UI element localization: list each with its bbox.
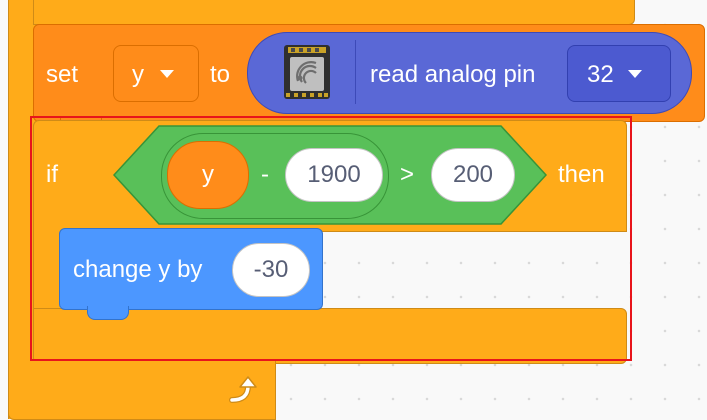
pin-value: 32 [587,61,614,88]
highlight-box [30,116,632,361]
to-label: to [210,61,231,88]
previous-block[interactable] [33,0,635,25]
chevron-down-icon [160,70,174,78]
reporter-separator [355,40,356,104]
set-label: set [46,61,79,88]
variable-name: y [132,61,144,88]
variable-dropdown[interactable] [113,45,199,102]
read-analog-pin-label: read analog pin [370,61,536,88]
esp32-chip-icon [284,45,330,99]
chevron-down-icon [628,70,642,78]
loop-arrow-icon [226,376,260,406]
pin-dropdown[interactable] [567,45,671,102]
